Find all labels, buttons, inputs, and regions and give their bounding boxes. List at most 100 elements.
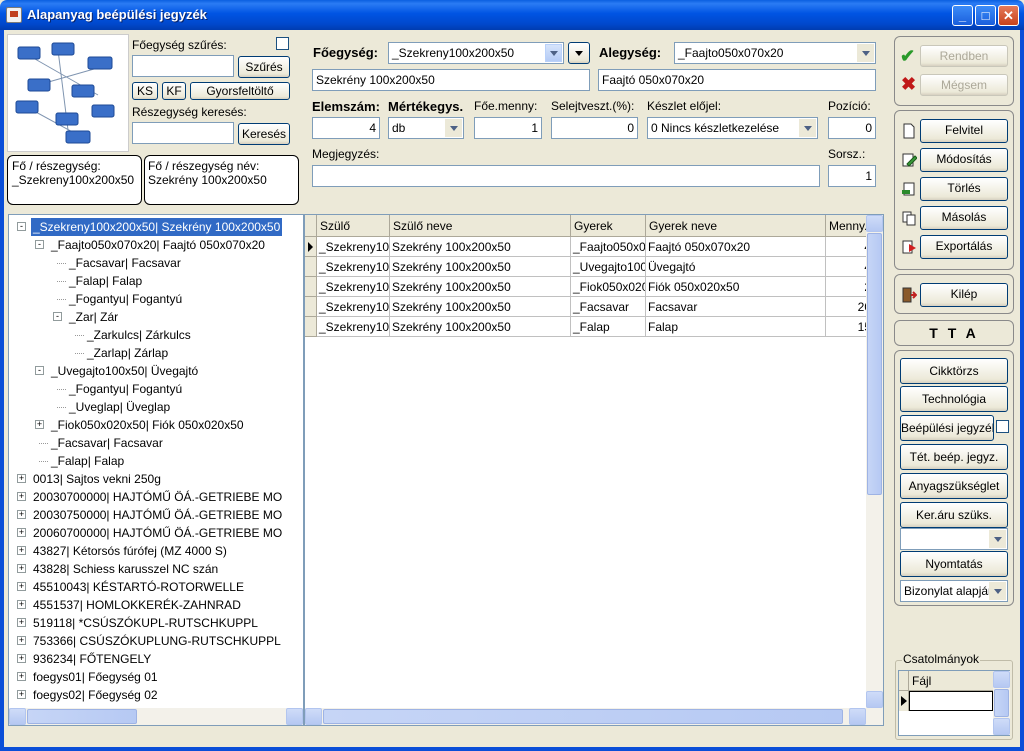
grid-cell[interactable]: _Falap: [571, 317, 646, 337]
tree-node[interactable]: - _Faajto050x070x20| Faajtó 050x070x20: [9, 236, 303, 254]
chevron-down-icon[interactable]: [545, 44, 562, 62]
grid-cell[interactable]: _Szekreny100x200x50: [317, 297, 390, 317]
expand-icon[interactable]: +: [17, 510, 26, 519]
row-indicator[interactable]: [305, 317, 317, 337]
tree-node[interactable]: +4551537| HOMLOKKERÉK-ZAHNRAD: [9, 596, 303, 614]
minimize-button[interactable]: _: [952, 5, 973, 26]
grid-column-header[interactable]: Szülő neve: [390, 215, 571, 237]
scroll-thumb[interactable]: [27, 709, 137, 724]
grid-cell[interactable]: Fiók 050x020x50: [646, 277, 826, 297]
row-indicator[interactable]: [305, 277, 317, 297]
filter-button[interactable]: Szűrés: [238, 56, 290, 78]
note-field[interactable]: [312, 165, 820, 187]
expand-icon[interactable]: +: [17, 492, 26, 501]
tree-node[interactable]: +20030700000| HAJTÓMŰ ÖÁ.-GETRIEBE MO: [9, 488, 303, 506]
report-type-select[interactable]: [900, 528, 1008, 550]
tree-node[interactable]: +43827| Kétorsós fúrófej (MZ 4000 S): [9, 542, 303, 560]
tree-node[interactable]: +0013| Sajtos vekni 250g: [9, 470, 303, 488]
grid-cell[interactable]: Faajtó 050x070x20: [646, 237, 826, 257]
tree-node[interactable]: + foegys01| Főegység 01: [9, 668, 303, 686]
grid-cell[interactable]: Szekrény 100x200x50: [390, 297, 571, 317]
expand-icon[interactable]: +: [17, 672, 26, 681]
scrap-field[interactable]: 0: [551, 117, 638, 139]
tree-node[interactable]: + _Fiok050x020x50| Fiók 050x020x50: [9, 416, 303, 434]
tree-hscrollbar[interactable]: [9, 708, 303, 725]
tree-node[interactable]: _Zarkulcs| Zárkulcs: [9, 326, 303, 344]
grid-cell[interactable]: _Szekreny100x200x50: [317, 277, 390, 297]
ks-button[interactable]: KS: [132, 82, 158, 100]
expand-icon[interactable]: +: [17, 546, 26, 555]
grid-cell[interactable]: Szekrény 100x200x50: [390, 257, 571, 277]
chevron-down-icon[interactable]: [445, 119, 462, 137]
bom-tree[interactable]: - _Szekreny100x200x50| Szekrény 100x200x5…: [8, 214, 304, 726]
scroll-thumb[interactable]: [994, 689, 1009, 717]
uom-select[interactable]: db: [388, 117, 464, 139]
tree-node[interactable]: _Facsavar| Facsavar: [9, 434, 303, 452]
scroll-up-icon[interactable]: [993, 671, 1010, 688]
scroll-up-icon[interactable]: [866, 215, 883, 232]
item-master-button[interactable]: Cikktörzs: [900, 358, 1008, 384]
bom-grid[interactable]: Szülő Szülő neve Gyerek Gyerek neve Menny. _S…: [304, 214, 884, 726]
tree-node[interactable]: - _Uvegajto100x50| Üvegajtó: [9, 362, 303, 380]
grid-cell[interactable]: _Uvegajto100x50: [571, 257, 646, 277]
chevron-down-icon[interactable]: [857, 44, 874, 62]
seq-field[interactable]: 1: [828, 165, 876, 187]
tree-node[interactable]: +753366| CSÚSZÓKUPLUNG-RUTSCHKUPPL: [9, 632, 303, 650]
grid-cell[interactable]: _Szekreny100x200x50: [317, 317, 390, 337]
grid-cell[interactable]: Szekrény 100x200x50: [390, 317, 571, 337]
grid-cell[interactable]: Facsavar: [646, 297, 826, 317]
grid-column-header[interactable]: Szülő: [317, 215, 390, 237]
close-button[interactable]: ✕: [998, 5, 1019, 26]
collapse-icon[interactable]: -: [17, 222, 26, 231]
stock-sign-select[interactable]: 0 Nincs készletkezelése: [647, 117, 818, 139]
main-qty-field[interactable]: 1: [474, 117, 542, 139]
tree-node[interactable]: _Falap| Falap: [9, 452, 303, 470]
chevron-down-icon[interactable]: [989, 582, 1006, 600]
row-indicator[interactable]: [305, 257, 317, 277]
expand-icon[interactable]: +: [17, 636, 26, 645]
scroll-down-icon[interactable]: [993, 718, 1010, 735]
scroll-right-icon[interactable]: [286, 708, 303, 725]
material-requirement-button[interactable]: Anyagszükséglet: [900, 473, 1008, 499]
scroll-left-icon[interactable]: [9, 708, 26, 725]
subunit-search-input[interactable]: [132, 122, 234, 144]
bom-checkbox[interactable]: [996, 420, 1009, 433]
bom-button[interactable]: Beépülési jegyzék: [900, 415, 994, 441]
attachments-file-cell[interactable]: [909, 691, 993, 711]
attachments-grid[interactable]: Fájl: [898, 670, 1010, 736]
maximize-button[interactable]: □: [975, 5, 996, 26]
edit-button[interactable]: Módosítás: [920, 148, 1008, 172]
grid-cell[interactable]: _Szekreny100x200x50: [317, 237, 390, 257]
tree-node[interactable]: +43828| Schiess karusszel NC szán: [9, 560, 303, 578]
tree-node[interactable]: _Facsavar| Facsavar: [9, 254, 303, 272]
main-unit-select[interactable]: _Szekreny100x200x50: [388, 42, 564, 64]
count-field[interactable]: 4: [312, 117, 380, 139]
tree-node[interactable]: +45510043| KÉSTARTÓ-ROTORWELLE: [9, 578, 303, 596]
sub-unit-name-field[interactable]: Faajtó 050x070x20: [598, 69, 876, 91]
tree-node[interactable]: +519118| *CSÚSZÓKUPL-RUTSCHKUPPL: [9, 614, 303, 632]
kf-button[interactable]: KF: [162, 82, 186, 100]
copy-button[interactable]: Másolás: [920, 206, 1008, 230]
expand-icon[interactable]: +: [17, 564, 26, 573]
sub-unit-select[interactable]: _Faajto050x070x20: [674, 42, 876, 64]
main-unit-name-field[interactable]: Szekrény 100x200x50: [312, 69, 590, 91]
attachments-scrollbar[interactable]: [993, 671, 1010, 735]
search-button[interactable]: Keresés: [238, 123, 290, 145]
row-pointer-icon[interactable]: [305, 237, 317, 257]
expand-icon[interactable]: +: [17, 474, 26, 483]
item-bom-button[interactable]: Tét. beép. jegyz.: [900, 444, 1008, 470]
expand-icon[interactable]: +: [17, 654, 26, 663]
grid-cell[interactable]: Szekrény 100x200x50: [390, 277, 571, 297]
tree-node[interactable]: _Fogantyu| Fogantyú: [9, 290, 303, 308]
grid-cell[interactable]: _Faajto050x070x20: [571, 237, 646, 257]
collapse-icon[interactable]: -: [35, 366, 44, 375]
collapse-icon[interactable]: -: [53, 312, 62, 321]
tree-node[interactable]: - _Zar| Zár: [9, 308, 303, 326]
chevron-down-icon[interactable]: [799, 119, 816, 137]
expand-icon[interactable]: +: [17, 690, 26, 699]
tree-node[interactable]: _Falap| Falap: [9, 272, 303, 290]
tree-node[interactable]: _Zarlap| Zárlap: [9, 344, 303, 362]
tree-node[interactable]: - _Szekreny100x200x50| Szekrény 100x200x5…: [9, 218, 303, 236]
expand-icon[interactable]: +: [17, 528, 26, 537]
cancel-button[interactable]: Mégsem: [920, 74, 1008, 96]
